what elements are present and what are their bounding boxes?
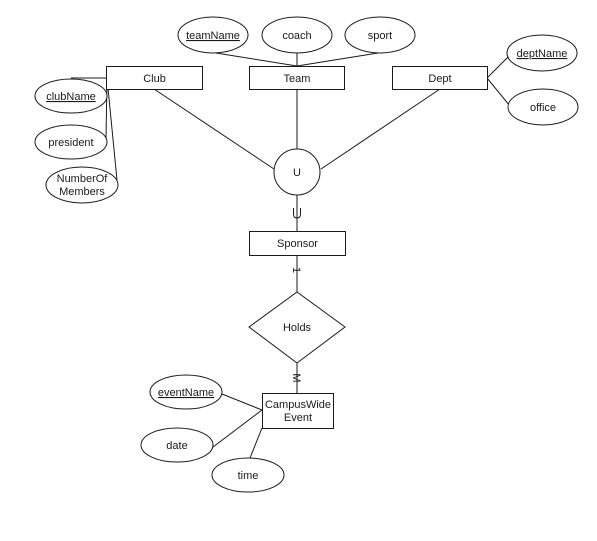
union-node[interactable]: U [273, 148, 321, 196]
entity-campuswide-event[interactable]: CampusWide Event [262, 393, 334, 429]
edge-dept-office [486, 77, 511, 107]
attribute-label-line-2: Members [59, 186, 105, 198]
attribute-label: date [166, 440, 187, 452]
edge-club-union [153, 88, 275, 170]
edge-event-date [212, 409, 263, 448]
entity-label-line-1: CampusWide [265, 399, 331, 411]
attribute-deptName[interactable]: deptName [506, 34, 578, 72]
attribute-clubName[interactable]: clubName [34, 78, 108, 114]
entity-label: Club [143, 73, 166, 85]
attribute-president[interactable]: president [34, 124, 108, 160]
edge-dept-union [320, 88, 441, 170]
attribute-label: deptName [517, 48, 568, 60]
attribute-label: clubName [46, 91, 96, 103]
attribute-label: coach [282, 30, 311, 42]
attribute-label: sport [368, 30, 392, 42]
edge-team-sport [296, 52, 379, 67]
entity-sponsor[interactable]: Sponsor [249, 231, 346, 256]
cardinality-many-mark: M [290, 373, 302, 382]
er-diagram: Club Team Dept Sponsor CampusWide Event … [34, 16, 579, 493]
cardinality-many-label: M [290, 373, 302, 382]
edge-event-time [249, 427, 263, 459]
edge-event-eventName [221, 393, 263, 411]
attribute-label: time [238, 470, 259, 482]
attribute-date[interactable]: date [140, 427, 214, 463]
attribute-eventName[interactable]: eventName [149, 374, 223, 410]
edge-dept-deptName [486, 55, 510, 79]
cardinality-one-mark: 1 [290, 267, 302, 273]
attribute-label: eventName [158, 387, 214, 399]
attribute-teamName[interactable]: teamName [177, 16, 249, 54]
attribute-numberOfMembers[interactable]: NumberOf Members [45, 166, 119, 204]
entity-label: Dept [428, 73, 451, 85]
attribute-time[interactable]: time [211, 457, 285, 493]
attribute-label: office [530, 102, 556, 114]
attribute-label-line-1: NumberOf [57, 173, 109, 185]
cardinality-one-label: 1 [290, 267, 302, 273]
entity-label: Sponsor [277, 238, 318, 250]
relationship-holds[interactable]: Holds [248, 291, 346, 364]
attribute-office[interactable]: office [507, 88, 579, 126]
entity-label-line-2: Event [284, 412, 312, 424]
entity-team[interactable]: Team [249, 66, 345, 90]
attribute-label: president [48, 137, 93, 149]
union-label: U [293, 167, 301, 179]
entity-label: Team [284, 73, 311, 85]
edge-team-teamName [215, 52, 298, 67]
attribute-coach[interactable]: coach [261, 16, 333, 54]
entity-dept[interactable]: Dept [392, 66, 488, 90]
entity-club[interactable]: Club [106, 66, 203, 90]
attribute-label: teamName [186, 30, 240, 42]
relationship-label: Holds [283, 322, 312, 334]
edge-club-numberOfMembers [106, 77, 118, 181]
attribute-sport[interactable]: sport [344, 16, 416, 54]
